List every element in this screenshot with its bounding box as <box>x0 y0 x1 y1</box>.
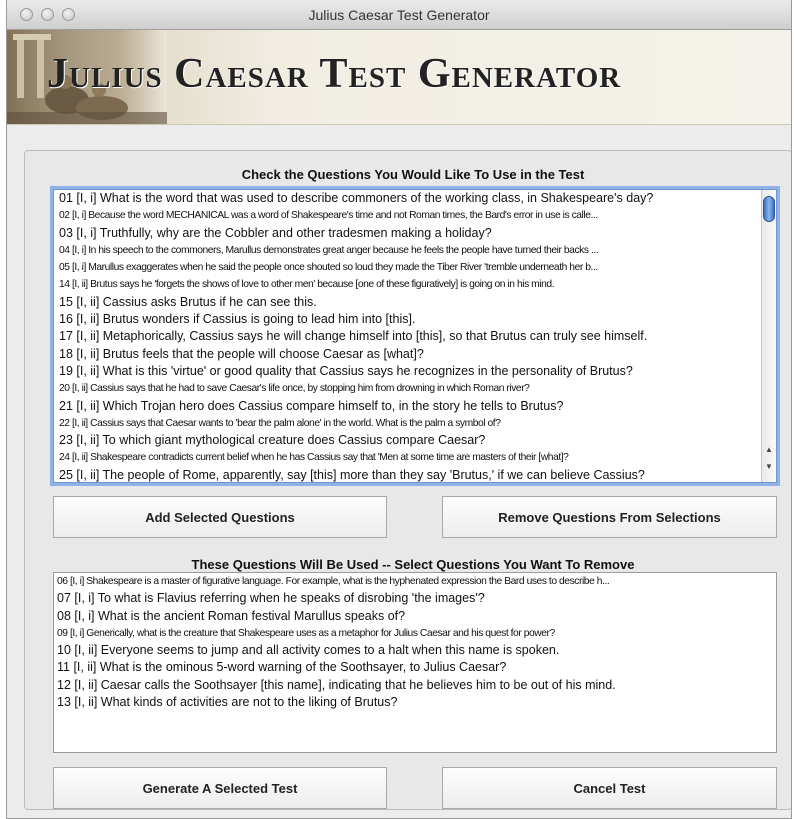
scroll-up-arrow-icon[interactable]: ▲ <box>765 446 773 454</box>
available-questions-list[interactable]: 01 [I, i] What is the word that was used… <box>53 189 777 483</box>
question-list-item[interactable]: 08 [I, i] What is the ancient Roman fest… <box>54 608 774 625</box>
question-list-item[interactable]: 15 [I, ii] Cassius asks Brutus if he can… <box>56 294 759 311</box>
question-list-item[interactable]: 01 [I, i] What is the word that was used… <box>56 190 759 207</box>
question-list-item[interactable]: 05 [I, i] Marullus exaggerates when he s… <box>56 259 759 276</box>
selected-questions-list[interactable]: 06 [I, i] Shakespeare is a master of fig… <box>53 572 777 753</box>
question-list-item[interactable]: 17 [I, ii] Metaphorically, Cassius says … <box>56 328 759 345</box>
question-list-item[interactable]: 22 [I, ii] Cassius says that Caesar want… <box>56 415 759 432</box>
add-selected-questions-button[interactable]: Add Selected Questions <box>53 496 387 538</box>
selected-questions-heading: These Questions Will Be Used -- Select Q… <box>191 557 635 572</box>
question-list-item[interactable]: 11 [I, ii] What is the ominous 5-word wa… <box>54 659 774 676</box>
available-questions-heading: Check the Questions You Would Like To Us… <box>241 167 585 182</box>
cancel-test-button[interactable]: Cancel Test <box>442 767 777 809</box>
question-list-item[interactable]: 16 [I, ii] Brutus wonders if Cassius is … <box>56 311 759 328</box>
question-list-item[interactable]: 21 [I, ii] Which Trojan hero does Cassiu… <box>56 398 759 415</box>
available-list-scrollbar[interactable]: ▲ ▼ <box>761 190 776 482</box>
app-window: Julius Caesar Test Generator Julius Caes… <box>6 0 792 819</box>
question-list-item[interactable]: 20 [I, ii] Cassius says that he had to s… <box>56 380 759 397</box>
question-list-item[interactable]: 23 [I, ii] To which giant mythological c… <box>56 432 759 449</box>
question-list-item[interactable]: 04 [I, i] In his speech to the commoners… <box>56 242 759 259</box>
question-list-item[interactable]: 24 [I, ii] Shakespeare contradicts curre… <box>56 449 759 466</box>
banner-title: Julius Caesar Test Generator <box>47 51 622 97</box>
remove-questions-button[interactable]: Remove Questions From Selections <box>442 496 777 538</box>
question-list-item[interactable]: 19 [I, ii] What is this 'virtue' or good… <box>56 363 759 380</box>
question-list-item[interactable]: 14 [I, ii] Brutus says he 'forgets the s… <box>56 276 759 293</box>
question-list-item[interactable]: 07 [I, i] To what is Flavius referring w… <box>54 590 774 607</box>
question-list-item[interactable]: 09 [I, i] Generically, what is the creat… <box>54 625 774 642</box>
question-list-item[interactable]: 12 [I, ii] Caesar calls the Soothsayer [… <box>54 677 774 694</box>
scroll-down-arrow-icon[interactable]: ▼ <box>765 463 773 471</box>
question-list-item[interactable]: 10 [I, ii] Everyone seems to jump and al… <box>54 642 774 659</box>
question-list-item[interactable]: 25 [I, ii] The people of Rome, apparentl… <box>56 467 759 482</box>
title-bar[interactable]: Julius Caesar Test Generator <box>7 0 791 30</box>
question-list-item[interactable]: 18 [I, ii] Brutus feels that the people … <box>56 346 759 363</box>
scrollbar-thumb[interactable] <box>763 196 775 222</box>
question-list-item[interactable]: 13 [I, ii] What kinds of activities are … <box>54 694 774 711</box>
header-banner: Julius Caesar Test Generator <box>7 30 791 125</box>
question-list-item[interactable]: 02 [I, i] Because the word MECHANICAL wa… <box>56 207 759 224</box>
question-list-item[interactable]: 06 [I, i] Shakespeare is a master of fig… <box>54 573 774 590</box>
window-title: Julius Caesar Test Generator <box>308 7 490 23</box>
generate-test-button[interactable]: Generate A Selected Test <box>53 767 387 809</box>
question-list-item[interactable]: 03 [I, i] Truthfully, why are the Cobble… <box>56 225 759 242</box>
main-panel: Check the Questions You Would Like To Us… <box>24 150 791 810</box>
